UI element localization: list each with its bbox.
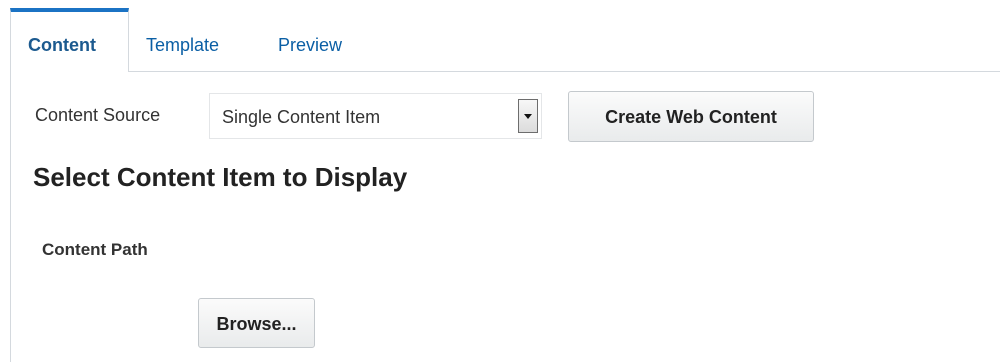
content-source-select[interactable]: Single Content Item <box>209 93 542 139</box>
tab-content-label: Content <box>28 35 96 55</box>
tab-content[interactable]: Content <box>10 8 129 72</box>
content-source-label: Content Source <box>35 105 161 125</box>
content-editor-panel: Content Template Preview Content Source … <box>0 0 1000 362</box>
content-tab-body: Content Source Single Content Item Creat… <box>10 71 1000 362</box>
tab-template[interactable]: Template <box>146 30 219 60</box>
content-path-label: Content Path <box>42 240 148 259</box>
create-web-content-button[interactable]: Create Web Content <box>568 91 814 142</box>
chevron-down-icon[interactable] <box>518 99 538 133</box>
tab-preview[interactable]: Preview <box>278 30 342 60</box>
content-source-value: Single Content Item <box>222 107 381 127</box>
tab-strip: Content Template Preview <box>0 0 1000 72</box>
browse-button[interactable]: Browse... <box>198 298 315 348</box>
section-title: Select Content Item to Display <box>33 162 408 192</box>
